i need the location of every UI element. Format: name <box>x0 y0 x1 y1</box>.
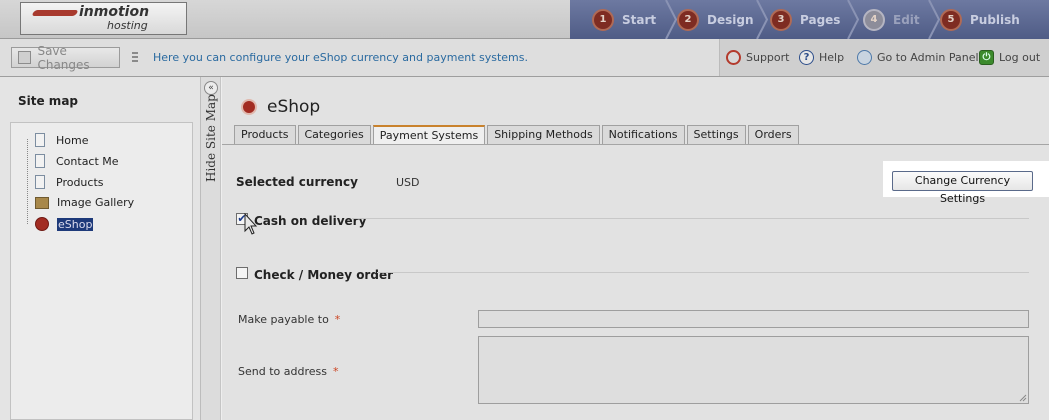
logout-icon: ⏻ <box>979 50 994 65</box>
section-divider <box>352 218 1029 219</box>
tree-connector-line <box>27 139 28 224</box>
tree-item-label: Contact Me <box>56 154 119 168</box>
step-number-badge: 4 <box>863 8 885 31</box>
site-map-tree: Home Contact Me Products Image Gallery e… <box>10 122 193 420</box>
tree-item-label: Image Gallery <box>57 196 135 209</box>
eshop-icon <box>35 217 49 231</box>
tab-notifications[interactable]: Notifications <box>601 125 685 144</box>
logo-line1: inmotion <box>79 4 150 20</box>
support-icon <box>726 50 741 65</box>
tab-divider <box>222 144 1049 145</box>
step-separator-icon <box>665 0 678 39</box>
save-changes-button[interactable]: Save Changes <box>11 44 120 72</box>
support-label: Support <box>746 51 790 64</box>
resize-grip-icon[interactable] <box>1019 394 1027 402</box>
step-separator-icon <box>756 0 769 39</box>
step-edit[interactable]: 4 Edit <box>863 0 920 39</box>
step-label: Pages <box>800 12 841 27</box>
make-payable-to-input[interactable] <box>478 310 1029 328</box>
check-money-order-label: Check / Money order <box>254 268 393 282</box>
send-to-address-textarea[interactable] <box>478 336 1029 404</box>
help-icon: ? <box>799 50 814 65</box>
cash-on-delivery-label: Cash on delivery <box>254 214 367 228</box>
help-label: Help <box>819 51 845 64</box>
logo-line2: hosting <box>107 19 148 32</box>
logout-link[interactable]: ⏻ Log out <box>979 50 1040 65</box>
check-money-order-checkbox[interactable] <box>236 267 248 279</box>
eshop-tabs: Products Categories Payment Systems Ship… <box>234 125 801 145</box>
section-divider <box>377 272 1029 273</box>
step-start[interactable]: 1 Start <box>592 0 656 39</box>
tab-orders[interactable]: Orders <box>747 125 799 144</box>
step-number-badge: 1 <box>592 8 614 31</box>
required-asterisk: * <box>332 365 339 378</box>
mouse-pointer-icon <box>244 213 258 235</box>
admin-panel-icon <box>857 50 872 65</box>
change-currency-settings-button[interactable]: Change Currency Settings <box>892 171 1033 205</box>
eshop-icon <box>241 99 257 115</box>
toolbar: Save Changes Here you can configure your… <box>0 39 1049 77</box>
step-publish[interactable]: 5 Publish <box>940 0 1020 39</box>
page-icon <box>35 154 45 168</box>
site-map-panel: Site map Home Contact Me Products Image … <box>0 77 201 420</box>
save-changes-label: Save Changes <box>37 43 90 72</box>
hide-site-map-bar[interactable]: « Hide Site Map <box>201 77 221 420</box>
selected-currency-label: Selected currency <box>236 175 358 189</box>
tree-item-image-gallery[interactable]: Image Gallery <box>35 196 134 209</box>
step-label: Start <box>622 12 657 27</box>
step-number-badge: 5 <box>940 8 962 31</box>
page-hint-text: Here you can configure your eShop curren… <box>153 51 528 64</box>
logout-label: Log out <box>999 51 1041 64</box>
step-separator-icon <box>928 0 941 39</box>
page-title: eShop <box>241 97 320 117</box>
tab-categories[interactable]: Categories <box>297 125 371 144</box>
step-number-badge: 2 <box>677 8 699 31</box>
tree-item-label: eShop <box>57 217 94 231</box>
tree-item-contact-me[interactable]: Contact Me <box>35 154 119 168</box>
step-pages[interactable]: 3 Pages <box>770 0 840 39</box>
tab-settings[interactable]: Settings <box>686 125 746 144</box>
gallery-icon <box>35 196 49 209</box>
step-label: Design <box>707 12 754 27</box>
tree-item-eshop[interactable]: eShop <box>35 217 94 231</box>
page-icon <box>35 133 45 147</box>
send-to-address-label: Send to address * <box>238 365 338 378</box>
send-to-address-text: Send to address <box>238 365 327 378</box>
admin-panel-label: Go to Admin Panel <box>877 51 979 64</box>
tree-item-home[interactable]: Home <box>35 133 88 147</box>
admin-panel-link[interactable]: Go to Admin Panel <box>857 50 979 65</box>
support-link[interactable]: Support <box>726 50 789 65</box>
collapse-double-chevron-icon[interactable]: « <box>204 81 218 95</box>
make-payable-to-label: Make payable to * <box>238 313 340 326</box>
site-map-title: Site map <box>18 94 78 108</box>
step-number-badge: 3 <box>770 8 792 31</box>
inmotion-logo[interactable]: inmotion hosting <box>20 2 187 35</box>
tab-products[interactable]: Products <box>234 125 296 144</box>
page-title-text: eShop <box>267 97 321 117</box>
required-asterisk: * <box>334 313 341 326</box>
hide-site-map-label[interactable]: Hide Site Map <box>204 94 218 182</box>
selected-currency-value: USD <box>396 176 420 189</box>
tree-item-label: Home <box>56 133 89 147</box>
change-currency-highlight: Change Currency Settings <box>883 161 1049 205</box>
tab-payment-systems[interactable]: Payment Systems <box>372 125 486 145</box>
help-link[interactable]: ? Help <box>799 50 844 65</box>
make-payable-to-text: Make payable to <box>238 313 329 326</box>
top-bar: inmotion hosting 1 Start 2 Design 3 Page… <box>0 0 1049 39</box>
tree-item-label: Products <box>56 175 104 189</box>
logo-swoosh-icon <box>31 10 79 16</box>
step-design[interactable]: 2 Design <box>677 0 754 39</box>
header-links: Support ? Help Go to Admin Panel ⏻ Log o… <box>719 39 1049 76</box>
main-content: eShop Products Categories Payment System… <box>222 77 1049 420</box>
step-separator-icon <box>847 0 860 39</box>
wizard-steps: 1 Start 2 Design 3 Pages 4 Edit 5 Publis… <box>570 0 1049 39</box>
tree-item-products[interactable]: Products <box>35 175 104 189</box>
step-label: Publish <box>970 12 1020 27</box>
step-label: Edit <box>893 12 920 27</box>
page-icon <box>35 175 45 189</box>
tab-shipping-methods[interactable]: Shipping Methods <box>487 125 600 144</box>
save-icon <box>18 51 32 64</box>
toolbar-grip-icon <box>132 52 138 64</box>
